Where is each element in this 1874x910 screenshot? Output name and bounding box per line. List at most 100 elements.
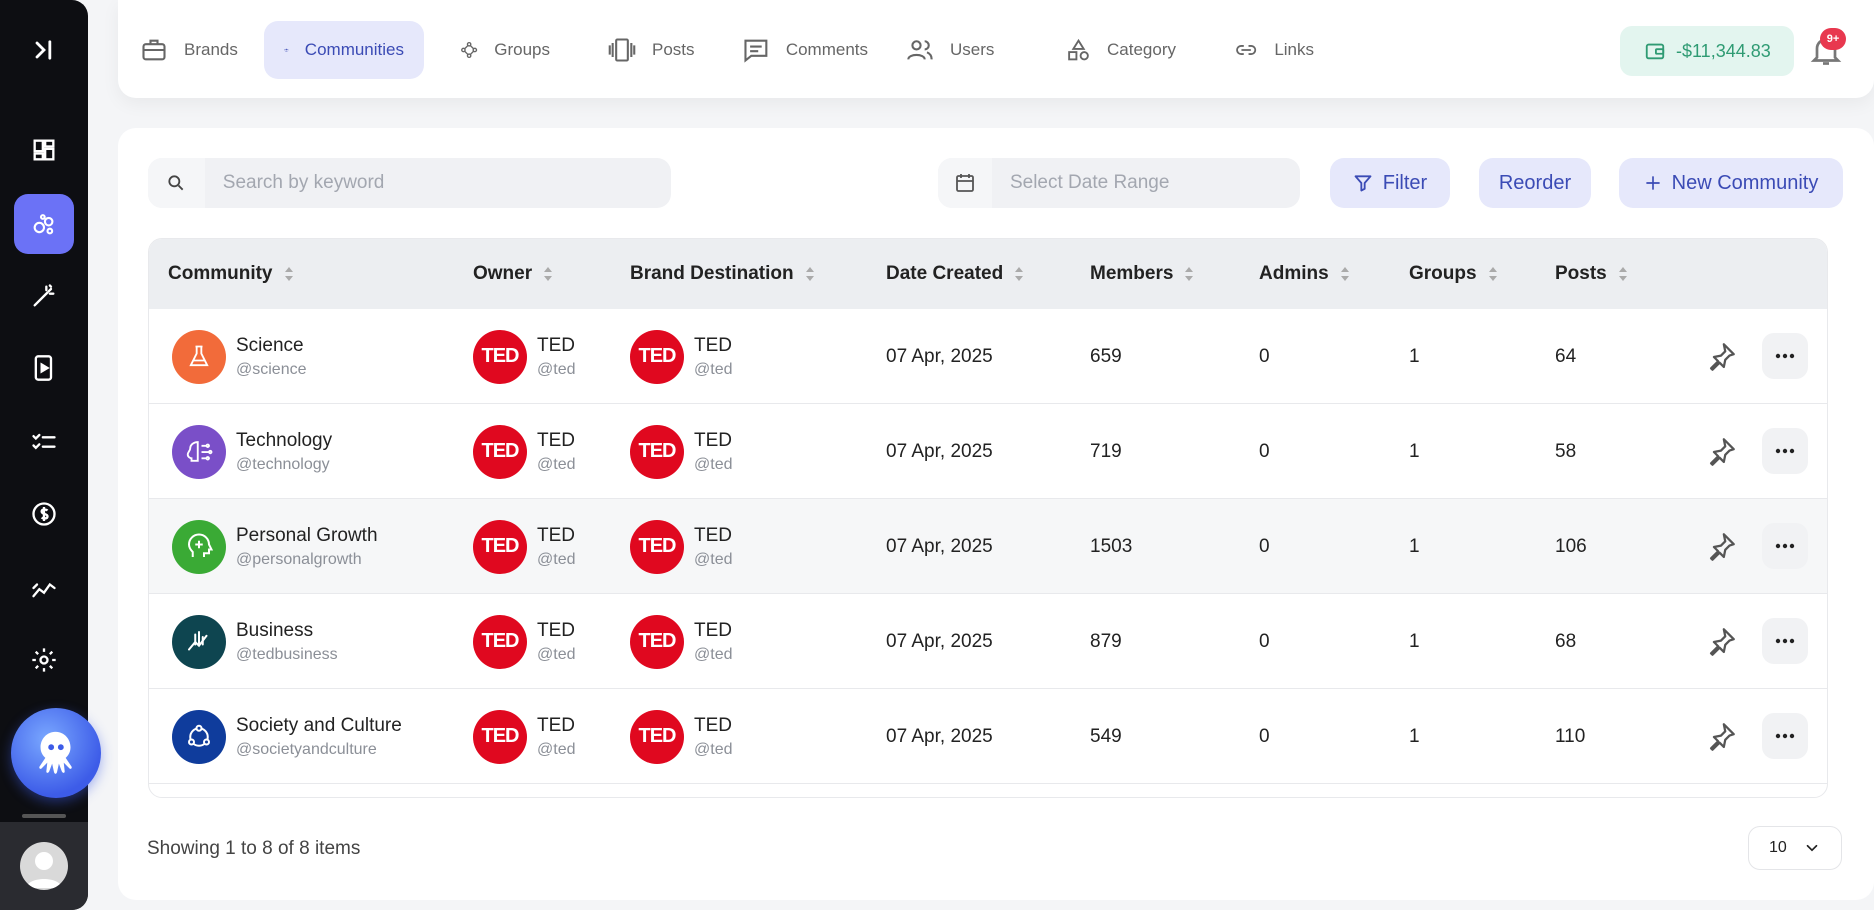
page-size-select[interactable]: 10	[1748, 826, 1842, 870]
column-header-brand-destination[interactable]: Brand Destination	[630, 239, 816, 309]
ted-logo-icon: TED	[473, 329, 527, 384]
owner-name: TED	[537, 334, 575, 356]
top-navigation: Brands Communities Groups Posts Comments…	[118, 0, 1874, 98]
groups-count: 1	[1409, 345, 1420, 367]
community-handle: @personalgrowth	[236, 550, 362, 568]
members-count: 1503	[1090, 535, 1133, 557]
dollar-icon[interactable]	[14, 484, 74, 544]
date-created: 07 Apr, 2025	[886, 725, 993, 747]
table-row[interactable]: Business @tedbusiness TED TED @ted TED TED…	[149, 594, 1827, 689]
reorder-button[interactable]: Reorder	[1479, 158, 1591, 208]
column-label: Owner	[473, 263, 533, 284]
search-box	[148, 158, 671, 208]
sort-icon	[1488, 267, 1497, 281]
search-icon	[148, 158, 205, 208]
settings-icon[interactable]	[14, 630, 74, 690]
owner-handle: @ted	[537, 645, 576, 663]
table-row[interactable]: Society and Culture @societyandculture TE…	[149, 689, 1827, 784]
pin-icon[interactable]	[1701, 594, 1741, 689]
briefcase-icon	[142, 39, 166, 61]
table-row[interactable]: Technology @technology TED TED @ted TED TE…	[149, 404, 1827, 499]
sort-icon	[1618, 267, 1627, 281]
column-label: Groups	[1409, 263, 1477, 284]
column-header-posts[interactable]: Posts	[1555, 239, 1629, 309]
column-header-community[interactable]: Community	[168, 239, 295, 309]
tab-users[interactable]: Users	[886, 21, 1016, 79]
pagination-summary: Showing 1 to 8 of 8 items	[147, 838, 361, 859]
posts-count: 68	[1555, 630, 1577, 652]
posts-count: 110	[1555, 725, 1586, 747]
dashboard-icon[interactable]	[14, 120, 74, 180]
brand-handle: @ted	[694, 645, 733, 663]
tab-category[interactable]: Category	[1046, 21, 1196, 79]
communities-icon[interactable]	[14, 194, 74, 254]
tab-groups[interactable]: Groups	[440, 21, 570, 79]
column-header-date-created[interactable]: Date Created	[886, 239, 1025, 309]
ted-logo-icon: TED	[630, 329, 684, 384]
members-count: 549	[1090, 725, 1122, 747]
more-options-icon[interactable]	[1762, 713, 1808, 759]
avatar[interactable]	[20, 842, 68, 890]
table-row[interactable]: Personal Growth @personalgrowth TED TED @t…	[149, 499, 1827, 594]
page-size-value: 10	[1769, 839, 1787, 856]
members-count: 879	[1090, 630, 1122, 652]
community-name[interactable]: Science	[236, 335, 307, 357]
pin-icon[interactable]	[1701, 404, 1741, 499]
brand-handle: @ted	[694, 455, 733, 473]
sort-icon	[805, 267, 814, 281]
column-header-admins[interactable]: Admins	[1259, 239, 1351, 309]
analytics-icon[interactable]	[14, 558, 74, 618]
date-range-input[interactable]	[991, 158, 1300, 208]
pin-icon[interactable]	[1701, 309, 1741, 404]
tab-posts[interactable]: Posts	[588, 21, 718, 79]
user-icon	[907, 40, 933, 60]
tab-label: Communities	[304, 40, 404, 59]
new-community-button[interactable]: New Community	[1619, 158, 1843, 208]
column-label: Members	[1090, 263, 1174, 284]
magic-wand-icon[interactable]	[14, 266, 74, 326]
assistant-octopus-icon[interactable]	[11, 708, 101, 798]
brand-handle: @ted	[694, 740, 733, 758]
community-handle: @societyandculture	[236, 740, 377, 758]
ted-logo-icon: TED	[630, 424, 684, 479]
table-row[interactable]: Science @science TED TED @ted TED TED @ted …	[149, 309, 1827, 404]
chevron-down-icon	[1806, 844, 1818, 852]
tab-communities[interactable]: Communities	[264, 21, 424, 79]
reorder-label: Reorder	[1498, 171, 1572, 194]
community-name[interactable]: Society and Culture	[236, 715, 402, 737]
admins-count: 0	[1259, 725, 1270, 747]
brand-name: TED	[694, 619, 732, 641]
more-options-icon[interactable]	[1762, 523, 1808, 569]
users-group-icon	[284, 48, 289, 52]
date-range-box	[938, 158, 1300, 208]
tasks-icon[interactable]	[14, 412, 74, 472]
tab-brands[interactable]: Brands	[118, 21, 264, 79]
tab-links[interactable]: Links	[1214, 21, 1334, 79]
ted-logo-icon: TED	[630, 614, 684, 669]
ted-logo-icon: TED	[630, 519, 684, 574]
column-header-members[interactable]: Members	[1090, 239, 1195, 309]
date-created: 07 Apr, 2025	[886, 440, 993, 462]
community-name[interactable]: Technology	[236, 430, 332, 452]
more-options-icon[interactable]	[1762, 428, 1808, 474]
filter-button[interactable]: Filter	[1330, 158, 1450, 208]
column-header-groups[interactable]: Groups	[1409, 239, 1499, 309]
search-input[interactable]	[204, 158, 671, 208]
pin-icon[interactable]	[1701, 689, 1741, 784]
tab-label: Brands	[184, 40, 238, 59]
calendar-icon[interactable]	[938, 158, 992, 208]
tab-comments[interactable]: Comments	[722, 21, 888, 79]
community-name[interactable]: Business	[236, 620, 338, 642]
more-options-icon[interactable]	[1762, 618, 1808, 664]
ted-logo-icon: TED	[473, 519, 527, 574]
column-header-owner[interactable]: Owner	[473, 239, 554, 309]
media-icon[interactable]	[14, 338, 74, 398]
brand-name: TED	[694, 714, 732, 736]
community-name[interactable]: Personal Growth	[236, 525, 378, 547]
ted-logo-icon: TED	[630, 709, 684, 764]
wallet-balance[interactable]: -$11,344.83	[1620, 26, 1794, 76]
more-options-icon[interactable]	[1762, 333, 1808, 379]
filter-label: Filter	[1382, 171, 1428, 194]
expand-icon[interactable]	[14, 20, 74, 80]
pin-icon[interactable]	[1701, 499, 1741, 594]
